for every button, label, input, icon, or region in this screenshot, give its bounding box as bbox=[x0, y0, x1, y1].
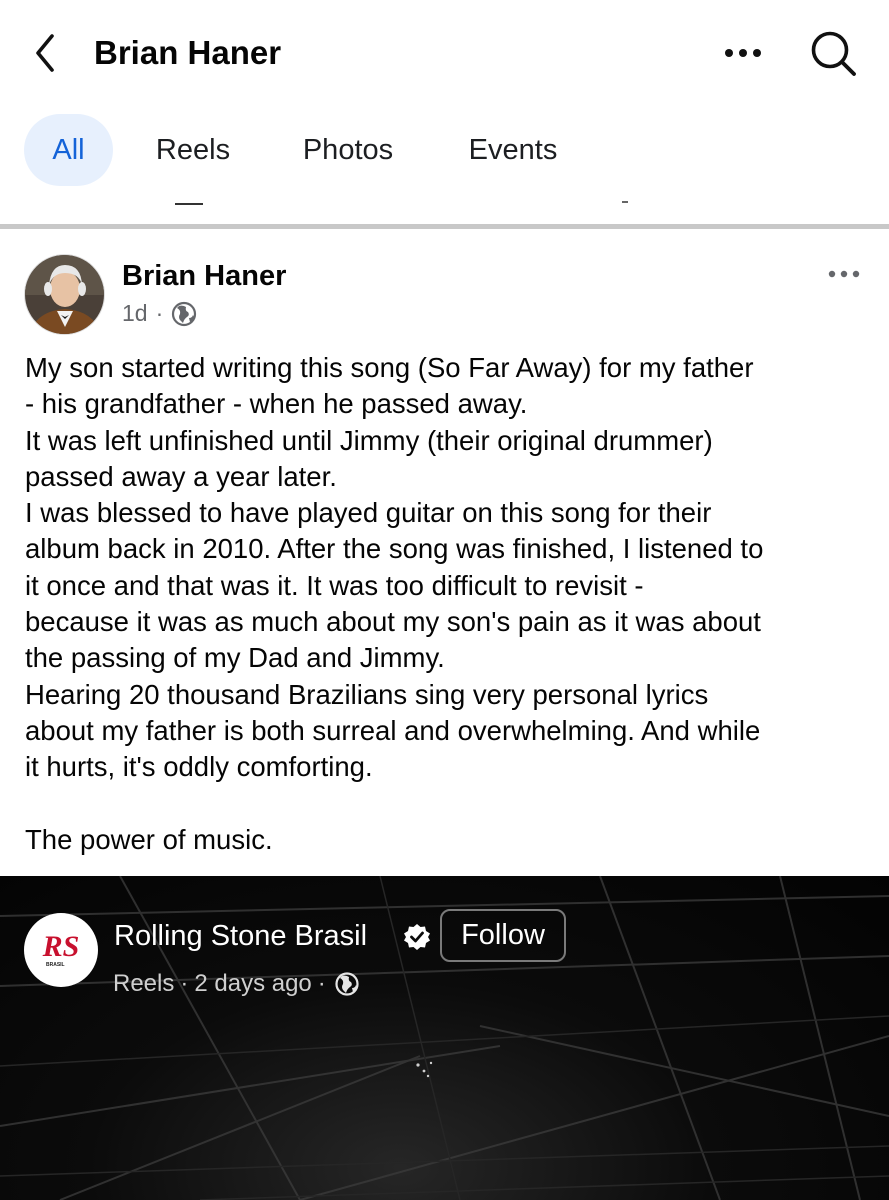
post-text-line: It was left unfinished until Jimmy (thei… bbox=[25, 424, 713, 456]
search-button[interactable] bbox=[806, 28, 860, 80]
post-text-line: because it was as much about my son's pa… bbox=[25, 606, 761, 638]
facebook-profile-page: Brian Haner All Reels Photos Events Bria… bbox=[0, 0, 889, 1200]
tab-events[interactable]: Events bbox=[452, 114, 574, 186]
post-time[interactable]: 1d bbox=[122, 300, 148, 327]
chevron-left-icon bbox=[36, 34, 54, 72]
more-horizontal-icon bbox=[725, 49, 761, 57]
rolling-stone-logo: RS BRASIL bbox=[25, 914, 97, 986]
post-text-line: Hearing 20 thousand Brazilians sing very… bbox=[25, 678, 709, 710]
reel-meta: Reels · 2 days ago · bbox=[113, 970, 360, 998]
post-text-line: - his grandfather - when he passed away. bbox=[25, 388, 528, 420]
tab-photos[interactable]: Photos bbox=[284, 114, 412, 186]
post-text-line: it hurts, it's oddly comforting. bbox=[25, 751, 373, 783]
profile-photo bbox=[25, 255, 104, 334]
globe-icon bbox=[335, 972, 359, 996]
avatar[interactable] bbox=[24, 254, 105, 335]
page-name[interactable]: Rolling Stone Brasil bbox=[114, 920, 367, 953]
post-text: My son started writing this song (So Far… bbox=[25, 350, 870, 858]
top-bar: Brian Haner bbox=[0, 0, 889, 105]
post-text-line: My son started writing this song (So Far… bbox=[25, 352, 754, 383]
tab-reels[interactable]: Reels bbox=[140, 114, 246, 186]
post-text-line: album back in 2010. After the song was f… bbox=[25, 533, 764, 565]
clipped-content-fragment bbox=[622, 201, 628, 203]
meta-separator: · bbox=[180, 970, 189, 997]
shared-reel[interactable]: RS BRASIL Rolling Stone Brasil Follow Re… bbox=[0, 876, 889, 1200]
post-author-name[interactable]: Brian Haner bbox=[122, 260, 286, 293]
post-text-line: about my father is both surreal and over… bbox=[25, 714, 761, 746]
post-meta: 1d · bbox=[122, 300, 197, 327]
more-horizontal-icon bbox=[828, 270, 860, 278]
post-text-line: I was blessed to have played guitar on t… bbox=[25, 497, 712, 529]
search-icon bbox=[811, 31, 856, 76]
post-text-line: it once and that was it. It was too diff… bbox=[25, 569, 644, 601]
tab-all[interactable]: All bbox=[24, 114, 113, 186]
more-options-button[interactable] bbox=[718, 38, 768, 68]
reel-time[interactable]: 2 days ago bbox=[194, 970, 311, 998]
meta-separator: · bbox=[317, 970, 326, 997]
clipped-content-fragment bbox=[175, 203, 203, 205]
section-divider bbox=[0, 224, 889, 229]
post-text-line: The power of music. bbox=[25, 823, 273, 855]
svg-text:BRASIL: BRASIL bbox=[46, 962, 65, 968]
page-logo[interactable]: RS BRASIL bbox=[24, 913, 98, 987]
profile-tabs: All Reels Photos Events bbox=[0, 110, 889, 190]
follow-button[interactable]: Follow bbox=[440, 909, 566, 962]
page-title: Brian Haner bbox=[94, 34, 282, 71]
meta-separator: · bbox=[155, 300, 164, 326]
post-text-line: passed away a year later. bbox=[25, 460, 337, 492]
svg-text:RS: RS bbox=[42, 930, 80, 963]
reel-type: Reels bbox=[113, 970, 175, 997]
post-options-button[interactable] bbox=[824, 262, 864, 286]
post-text-line: the passing of my Dad and Jimmy. bbox=[25, 642, 445, 674]
back-button[interactable] bbox=[28, 32, 64, 74]
verified-badge-icon bbox=[404, 924, 430, 950]
globe-icon bbox=[172, 301, 197, 326]
